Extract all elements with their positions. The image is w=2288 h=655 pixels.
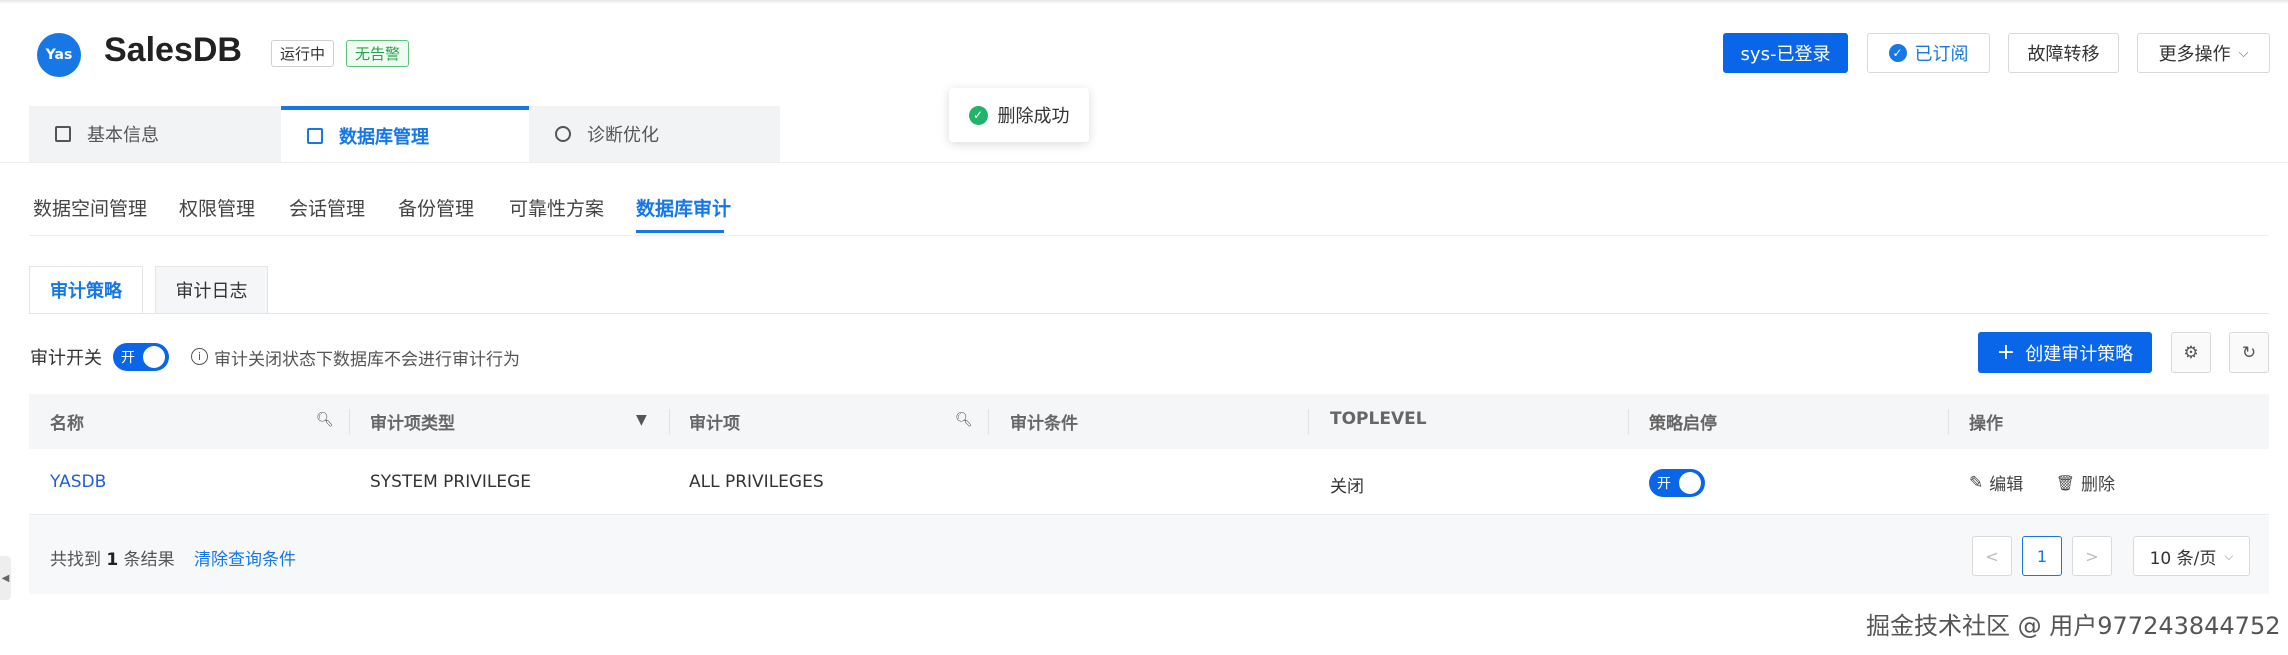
result-number: 1 xyxy=(106,550,119,570)
tab-label: 诊断优化 xyxy=(587,125,659,146)
policy-toplevel-cell: 关闭 xyxy=(1330,477,1364,497)
subnav-backup[interactable]: 备份管理 xyxy=(398,194,474,221)
column-divider xyxy=(1948,409,1949,435)
policy-item-cell: ALL PRIVILEGES xyxy=(689,472,824,492)
watermark: 掘金技术社区 @ 用户977243844752 xyxy=(1866,612,2281,640)
info-icon: i xyxy=(191,348,208,365)
success-check-icon: ✓ xyxy=(968,105,988,125)
chevron-left-icon: < xyxy=(1985,546,1999,566)
settings-button[interactable]: ⚙ xyxy=(2171,332,2211,373)
audit-switch-label: 审计开关 xyxy=(30,348,102,369)
refresh-icon: ↻ xyxy=(2241,342,2257,363)
column-divider xyxy=(349,409,350,435)
result-suffix: 条结果 xyxy=(123,550,175,570)
table-footer xyxy=(29,515,2269,594)
database-icon xyxy=(307,128,323,144)
diagnosis-icon xyxy=(555,126,571,142)
chevron-down-icon: ⌵ xyxy=(2224,548,2234,563)
column-header-actions: 操作 xyxy=(1969,414,2003,434)
create-audit-policy-button[interactable]: + 创建审计策略 xyxy=(1978,332,2152,373)
table-header xyxy=(29,394,2269,449)
success-toast: ✓ 删除成功 xyxy=(949,88,1089,142)
delete-label: 删除 xyxy=(2081,475,2116,495)
delete-action[interactable]: 🗑︎ 删除 xyxy=(2056,470,2116,496)
column-header-toplevel: TOPLEVEL xyxy=(1330,409,1427,429)
policy-name-link[interactable]: YASDB xyxy=(50,472,106,492)
chevron-down-icon: ⌵ xyxy=(2238,45,2249,61)
subnav-audit[interactable]: 数据库审计 xyxy=(636,194,731,221)
chevron-right-icon: > xyxy=(2085,546,2099,566)
plus-icon: + xyxy=(1996,339,2016,365)
audit-toggle[interactable]: 开 xyxy=(113,343,169,371)
top-shadow xyxy=(0,0,2288,4)
subnav-active-indicator xyxy=(636,230,724,233)
failover-button[interactable]: 故障转移 xyxy=(2008,33,2119,73)
page-number-button[interactable]: 1 xyxy=(2022,536,2062,576)
tab-diagnosis[interactable]: 诊断优化 xyxy=(529,106,780,162)
page-title: SalesDB xyxy=(104,31,242,69)
column-divider xyxy=(1308,409,1309,435)
more-actions-button[interactable]: 更多操作 ⌵ xyxy=(2137,33,2270,73)
column-header-type: 审计项类型 xyxy=(370,414,455,434)
inner-tab-divider xyxy=(29,313,2269,314)
tab-audit-log[interactable]: 审计日志 xyxy=(155,266,268,313)
audit-info-text: 审计关闭状态下数据库不会进行审计行为 xyxy=(214,350,520,370)
subnav-sessions[interactable]: 会话管理 xyxy=(289,194,365,221)
subnav-data-space[interactable]: 数据空间管理 xyxy=(33,194,147,221)
toggle-state-label: 开 xyxy=(121,350,135,366)
subnav-reliability[interactable]: 可靠性方案 xyxy=(509,194,604,221)
policy-enabled-toggle[interactable]: 开 xyxy=(1649,469,1705,497)
column-divider xyxy=(669,409,670,435)
tab-label: 数据库管理 xyxy=(339,127,429,148)
prev-page-button[interactable]: < xyxy=(1972,536,2012,576)
column-divider xyxy=(988,409,989,435)
tab-basic-info[interactable]: 基本信息 xyxy=(29,106,281,162)
pencil-icon: ✎ xyxy=(1969,472,1984,493)
next-page-button[interactable]: > xyxy=(2072,536,2112,576)
login-status-button[interactable]: sys-已登录 xyxy=(1723,33,1848,73)
column-header-condition: 审计条件 xyxy=(1010,414,1078,434)
status-badge: 运行中 xyxy=(271,40,335,67)
edit-label: 编辑 xyxy=(1989,475,2024,495)
caret-left-icon: ◀ xyxy=(1,572,10,584)
create-label: 创建审计策略 xyxy=(2025,343,2134,365)
refresh-button[interactable]: ↻ xyxy=(2229,332,2269,373)
clear-query-link[interactable]: 清除查询条件 xyxy=(194,545,296,570)
result-prefix: 共找到 xyxy=(50,550,101,570)
column-header-enabled: 策略启停 xyxy=(1649,414,1717,434)
check-icon: ✓ xyxy=(1888,44,1907,62)
app-logo: Yas xyxy=(37,33,81,77)
subscribe-label: 已订阅 xyxy=(1914,44,1969,65)
gear-icon: ⚙ xyxy=(2183,342,2199,363)
toggle-knob xyxy=(1679,472,1701,494)
subscribe-button[interactable]: ✓ 已订阅 xyxy=(1867,33,1990,73)
search-icon[interactable]: 🔍︎ xyxy=(955,412,973,428)
info-panel-icon xyxy=(55,126,71,142)
edit-action[interactable]: ✎ 编辑 xyxy=(1969,470,2024,496)
toggle-knob xyxy=(143,346,165,368)
column-header-item: 审计项 xyxy=(689,414,740,434)
toast-message: 删除成功 xyxy=(997,106,1070,127)
tab-divider xyxy=(0,162,2288,163)
search-icon[interactable]: 🔍︎ xyxy=(316,412,334,428)
page-size-select[interactable]: 10 条/页 ⌵ xyxy=(2133,536,2250,576)
sidebar-collapse-handle[interactable]: ◀ xyxy=(0,556,11,600)
subnav-divider xyxy=(29,235,2269,236)
tab-audit-policy[interactable]: 审计策略 xyxy=(29,266,143,313)
subnav-permissions[interactable]: 权限管理 xyxy=(179,194,255,221)
policy-type-cell: SYSTEM PRIVILEGE xyxy=(370,472,532,492)
result-count: 共找到 1 条结果 xyxy=(50,545,175,570)
page-size-value: 10 条/页 xyxy=(2149,548,2217,569)
alarm-badge: 无告警 xyxy=(346,40,410,67)
tab-database-management[interactable]: 数据库管理 xyxy=(281,106,529,162)
column-header-name: 名称 xyxy=(50,414,84,434)
filter-icon[interactable]: ▼ xyxy=(636,412,647,428)
tab-label: 基本信息 xyxy=(87,125,159,146)
more-actions-label: 更多操作 xyxy=(2158,44,2231,65)
trash-icon: 🗑︎ xyxy=(2056,473,2076,492)
column-divider xyxy=(1628,409,1629,435)
toggle-state-label: 开 xyxy=(1657,476,1671,492)
table-row xyxy=(29,449,2269,515)
